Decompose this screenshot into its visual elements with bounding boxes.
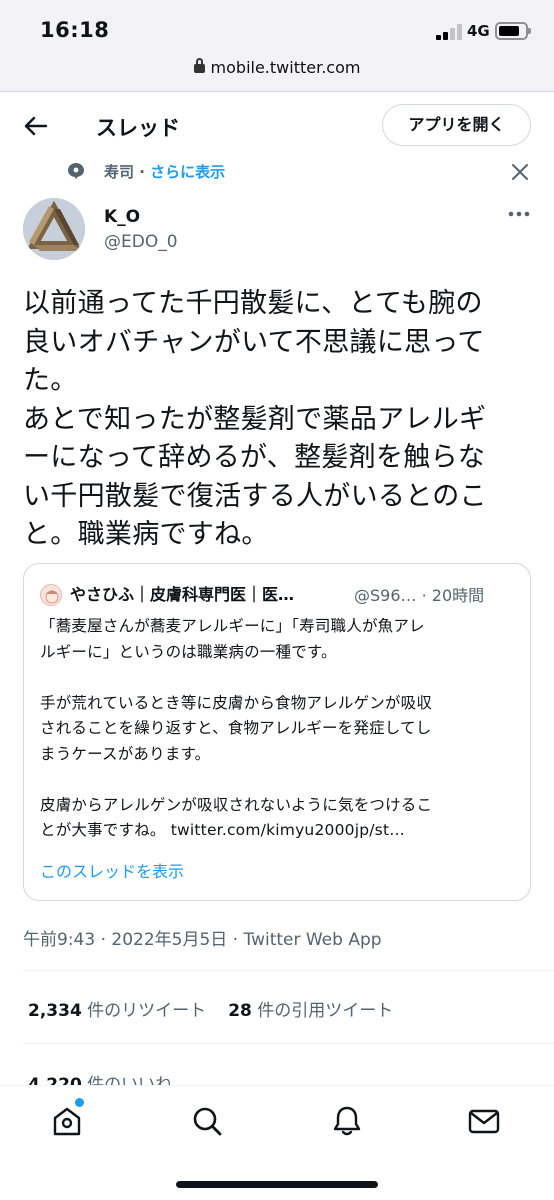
tweet-timestamp[interactable]: 午前9:43 · 2022年5月5日 · Twitter Web App	[23, 925, 382, 950]
signal-icon	[436, 24, 464, 40]
home-indicator	[176, 1181, 378, 1188]
tweet-stats: 2,334 件のリツイート 28 件の引用ツイート	[28, 996, 393, 1021]
mail-icon	[468, 1109, 500, 1134]
browser-chrome: 16:18 4G mobile.twitter.com	[0, 0, 554, 92]
quote-meta: @S96… · 20時間	[354, 586, 485, 605]
thread-header: スレッド アプリを開く	[0, 92, 554, 158]
divider	[23, 1043, 554, 1044]
quotes-stat[interactable]: 28 件の引用ツイート	[228, 1001, 393, 1021]
quotes-count: 28	[228, 1001, 252, 1021]
quote-avatar	[40, 584, 62, 606]
quotes-label: 件の引用ツイート	[251, 1001, 394, 1021]
page-title: スレッド	[96, 116, 180, 140]
lock-icon	[193, 58, 205, 73]
author-name[interactable]: K_O	[104, 207, 140, 227]
context-text: 寿司 · さらに表示	[104, 161, 225, 182]
divider	[23, 970, 554, 971]
url-text: mobile.twitter.com	[210, 58, 361, 77]
avatar[interactable]	[23, 198, 85, 260]
show-more-link[interactable]: さらに表示	[150, 163, 225, 181]
retweets-label: 件のリツイート	[81, 1001, 207, 1021]
retweets-count: 2,334	[28, 1001, 82, 1021]
retweets-stat[interactable]: 2,334 件のリツイート	[28, 1001, 206, 1021]
topic-label[interactable]: 寿司	[104, 163, 134, 181]
quote-author-name: やさひふ｜皮膚科専門医｜医…	[70, 585, 295, 604]
nav-messages[interactable]	[467, 1104, 501, 1138]
show-thread-link[interactable]: このスレッドを表示	[40, 858, 184, 882]
search-icon	[193, 1107, 222, 1136]
close-icon[interactable]	[510, 162, 530, 182]
more-icon[interactable]	[506, 206, 532, 222]
open-app-button[interactable]: アプリを開く	[382, 104, 531, 146]
back-button[interactable]	[22, 112, 50, 140]
quoted-tweet[interactable]: やさひふ｜皮膚科専門医｜医… @S96… · 20時間 「蕎麦屋さんが蕎麦アレル…	[23, 563, 531, 901]
tweet-text: 以前通ってた千円散髪に、とても腕の 良いオバチャンがいて不思議に思って た。 あ…	[23, 288, 487, 550]
face-icon	[41, 585, 61, 605]
url-bar[interactable]: mobile.twitter.com	[0, 58, 554, 77]
penrose-triangle-image	[23, 198, 85, 260]
nav-home[interactable]	[50, 1098, 84, 1138]
context-separator: ·	[134, 163, 151, 181]
network-label: 4G	[467, 22, 490, 40]
topic-context: 寿司 · さらに表示	[0, 158, 554, 188]
arrow-left-icon	[24, 116, 48, 136]
nav-search[interactable]	[190, 1104, 224, 1138]
status-time: 16:18	[40, 18, 110, 42]
battery-icon	[495, 22, 531, 40]
home-icon	[53, 1107, 81, 1136]
bell-icon	[333, 1106, 361, 1136]
home-notification-dot	[75, 1098, 84, 1107]
nav-notifications[interactable]	[330, 1104, 364, 1138]
quote-text: 「蕎麦屋さんが蕎麦アレルギーに」「寿司職人が魚アレ ルギーに」というのは職業病の…	[40, 617, 433, 839]
topic-icon	[68, 163, 84, 180]
author-handle[interactable]: @EDO_0	[104, 232, 178, 252]
